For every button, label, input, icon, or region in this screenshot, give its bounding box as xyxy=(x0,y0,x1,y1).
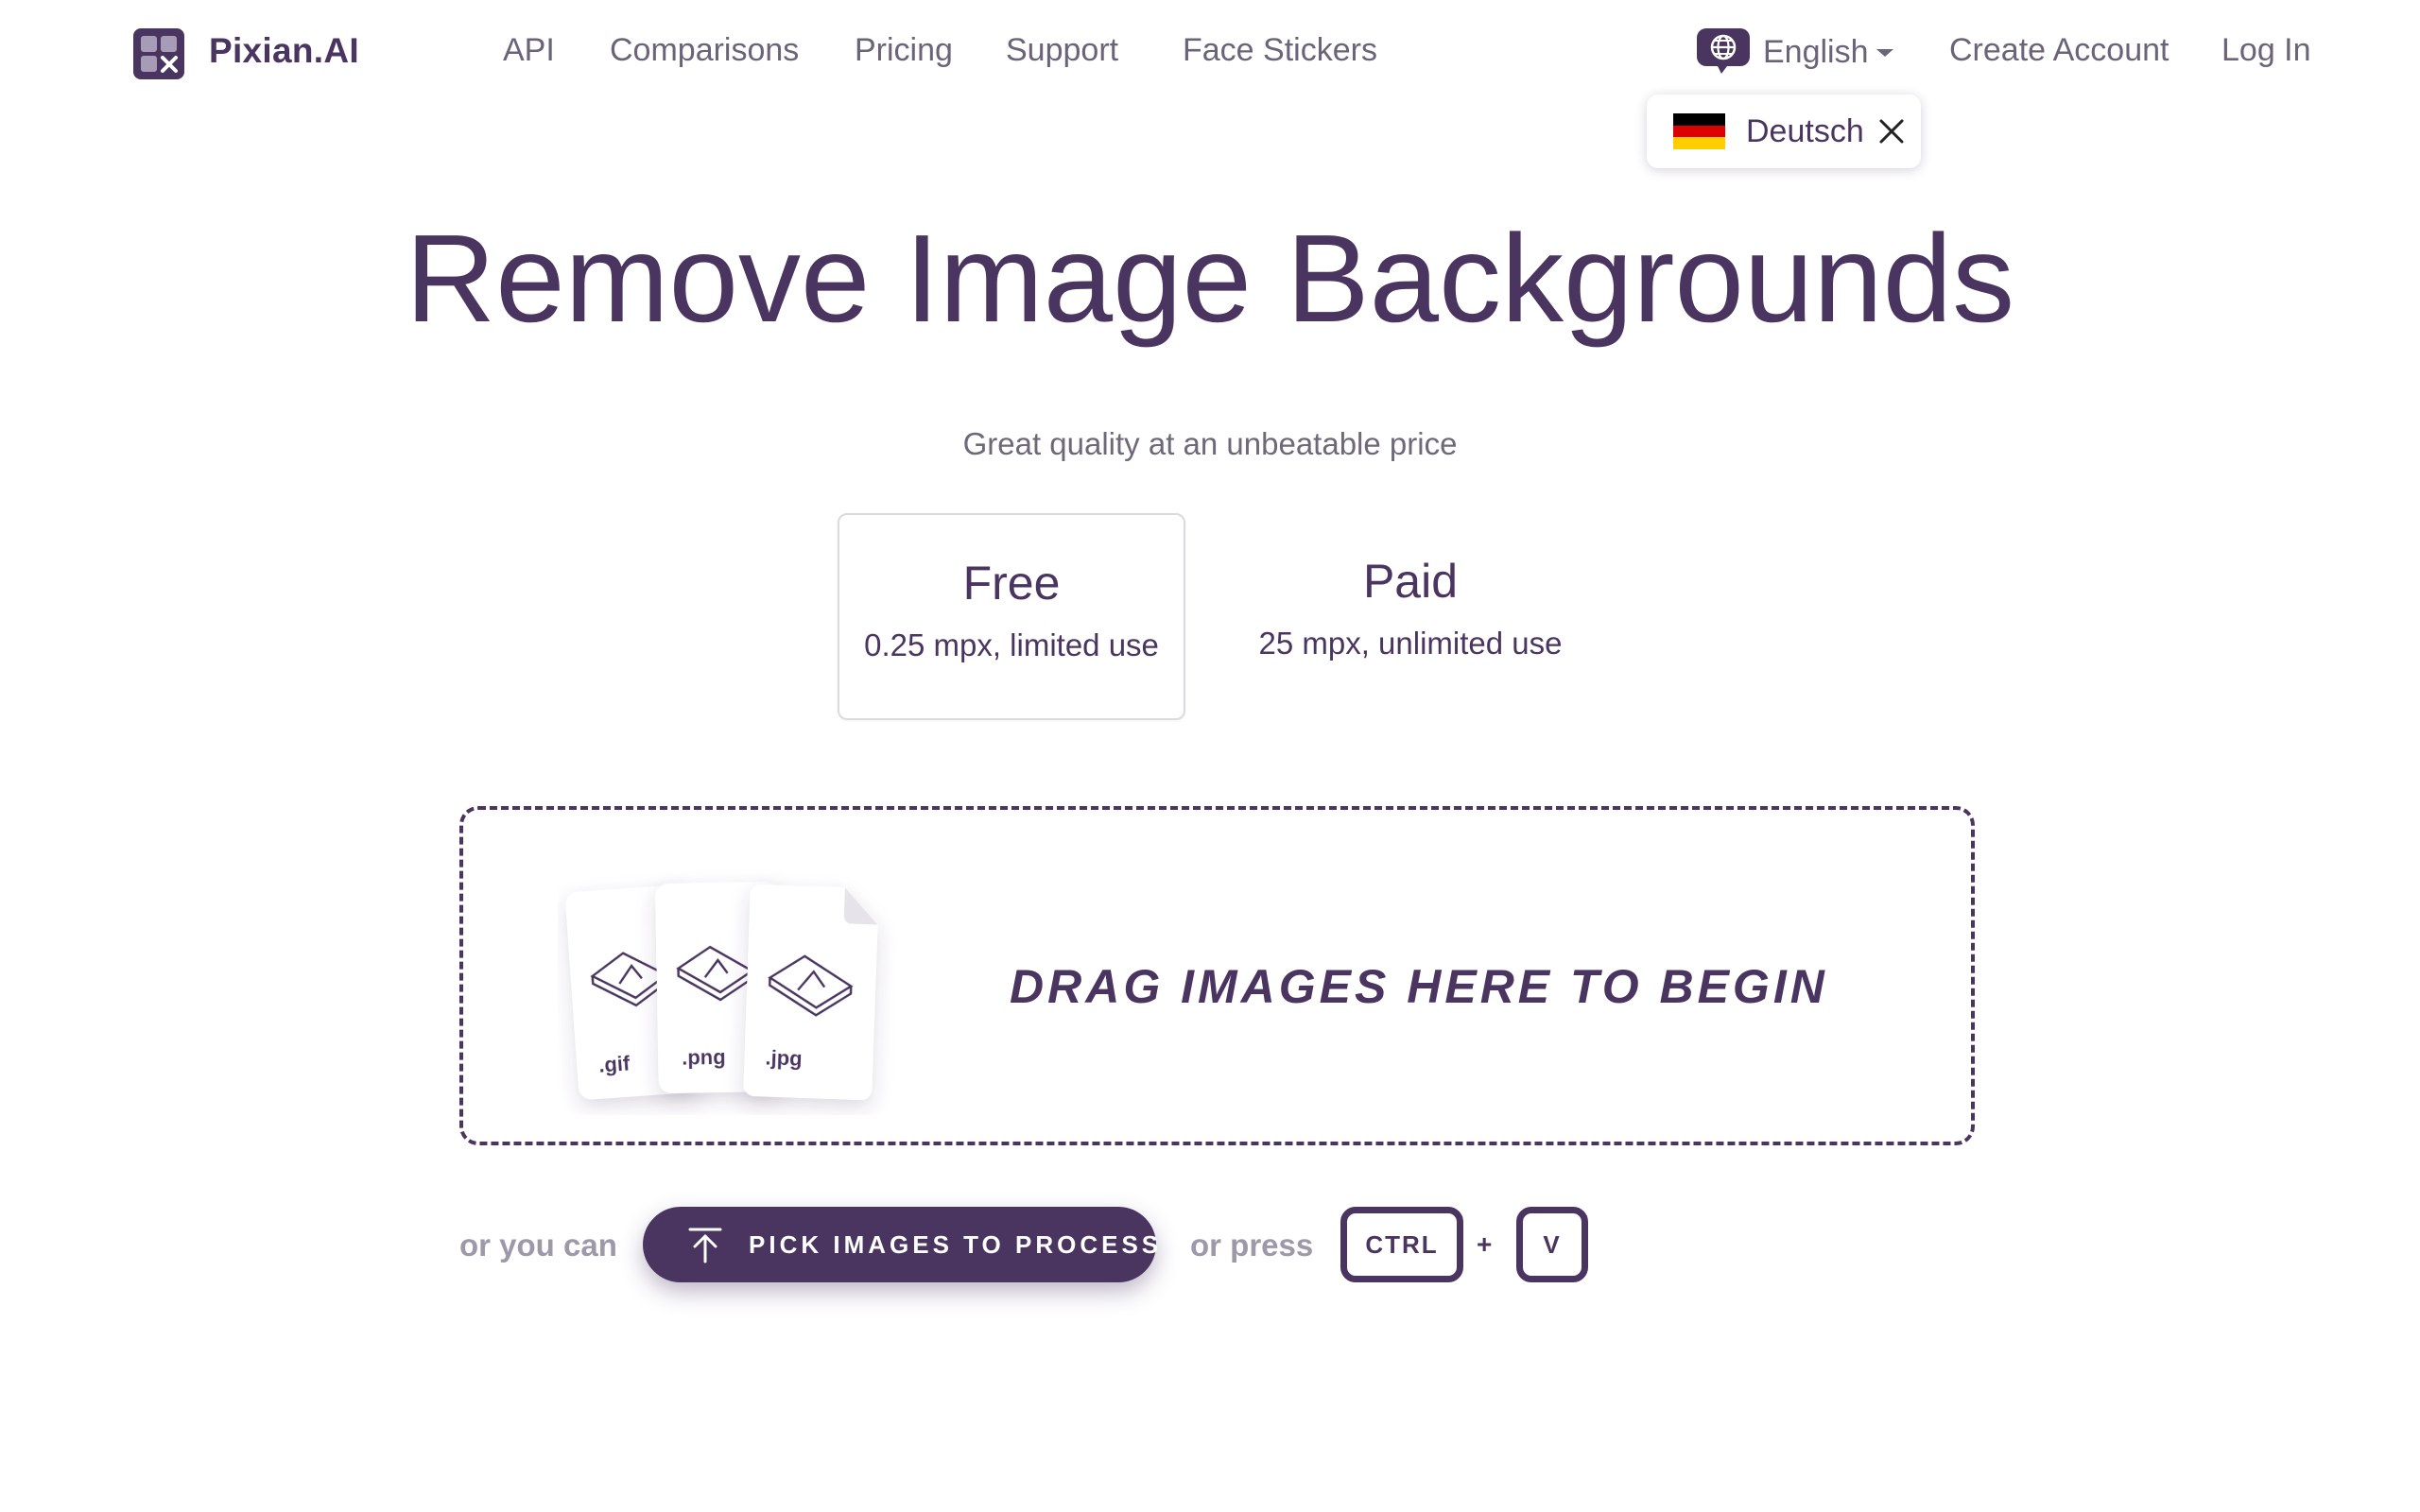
plan-paid-desc: 25 mpx, unlimited use xyxy=(1258,626,1563,661)
nav-comparisons[interactable]: Comparisons xyxy=(610,28,799,72)
nav-pricing[interactable]: Pricing xyxy=(855,28,953,72)
nav-support[interactable]: Support xyxy=(1006,28,1118,72)
language-suggestion-popup: Deutsch xyxy=(1647,94,1921,168)
file-type-label: .jpg xyxy=(765,1045,803,1070)
plus-sign: + xyxy=(1477,1229,1493,1259)
or-you-can-text: or you can xyxy=(459,1228,617,1263)
ctrl-key: CTRL xyxy=(1340,1207,1463,1282)
page-subtitle: Great quality at an unbeatable price xyxy=(962,426,1458,461)
globe-chat-icon[interactable] xyxy=(1697,28,1750,74)
pick-images-button[interactable]: PICK IMAGES TO PROCESS xyxy=(643,1207,1158,1282)
plan-free-name: Free xyxy=(962,557,1061,610)
german-flag-icon xyxy=(1673,113,1725,149)
drop-zone-instruction: DRAG IMAGES HERE TO BEGIN xyxy=(1010,960,1828,1013)
nav-api[interactable]: API xyxy=(503,28,555,72)
or-press-text: or press xyxy=(1190,1228,1314,1263)
image-files-icon: .gif .png .jpg xyxy=(565,882,878,1100)
plan-free[interactable]: Free 0.25 mpx, limited use xyxy=(838,513,1185,720)
plan-paid-name: Paid xyxy=(1362,555,1459,608)
language-suggestion-deutsch[interactable]: Deutsch xyxy=(1746,110,1864,153)
pixian-logo-icon[interactable] xyxy=(133,28,184,79)
plan-free-desc: 0.25 mpx, limited use xyxy=(864,627,1159,662)
plan-paid[interactable]: Paid 25 mpx, unlimited use xyxy=(1236,513,1584,720)
file-type-label: .png xyxy=(682,1045,726,1070)
page-title: Remove Image Backgrounds xyxy=(405,209,2015,348)
nav-face-stickers[interactable]: Face Stickers xyxy=(1183,28,1377,72)
v-key: V xyxy=(1516,1207,1588,1282)
file-type-label: .gif xyxy=(597,1051,631,1076)
close-icon[interactable] xyxy=(1877,117,1906,146)
language-selector[interactable]: English xyxy=(1763,30,1869,74)
create-account-link[interactable]: Create Account xyxy=(1949,28,2169,72)
caret-down-icon[interactable] xyxy=(1876,49,1893,57)
log-in-link[interactable]: Log In xyxy=(2221,28,2311,72)
upload-icon xyxy=(688,1228,722,1263)
pick-images-label: PICK IMAGES TO PROCESS xyxy=(749,1230,1163,1259)
brand-name[interactable]: Pixian.AI xyxy=(209,26,359,76)
